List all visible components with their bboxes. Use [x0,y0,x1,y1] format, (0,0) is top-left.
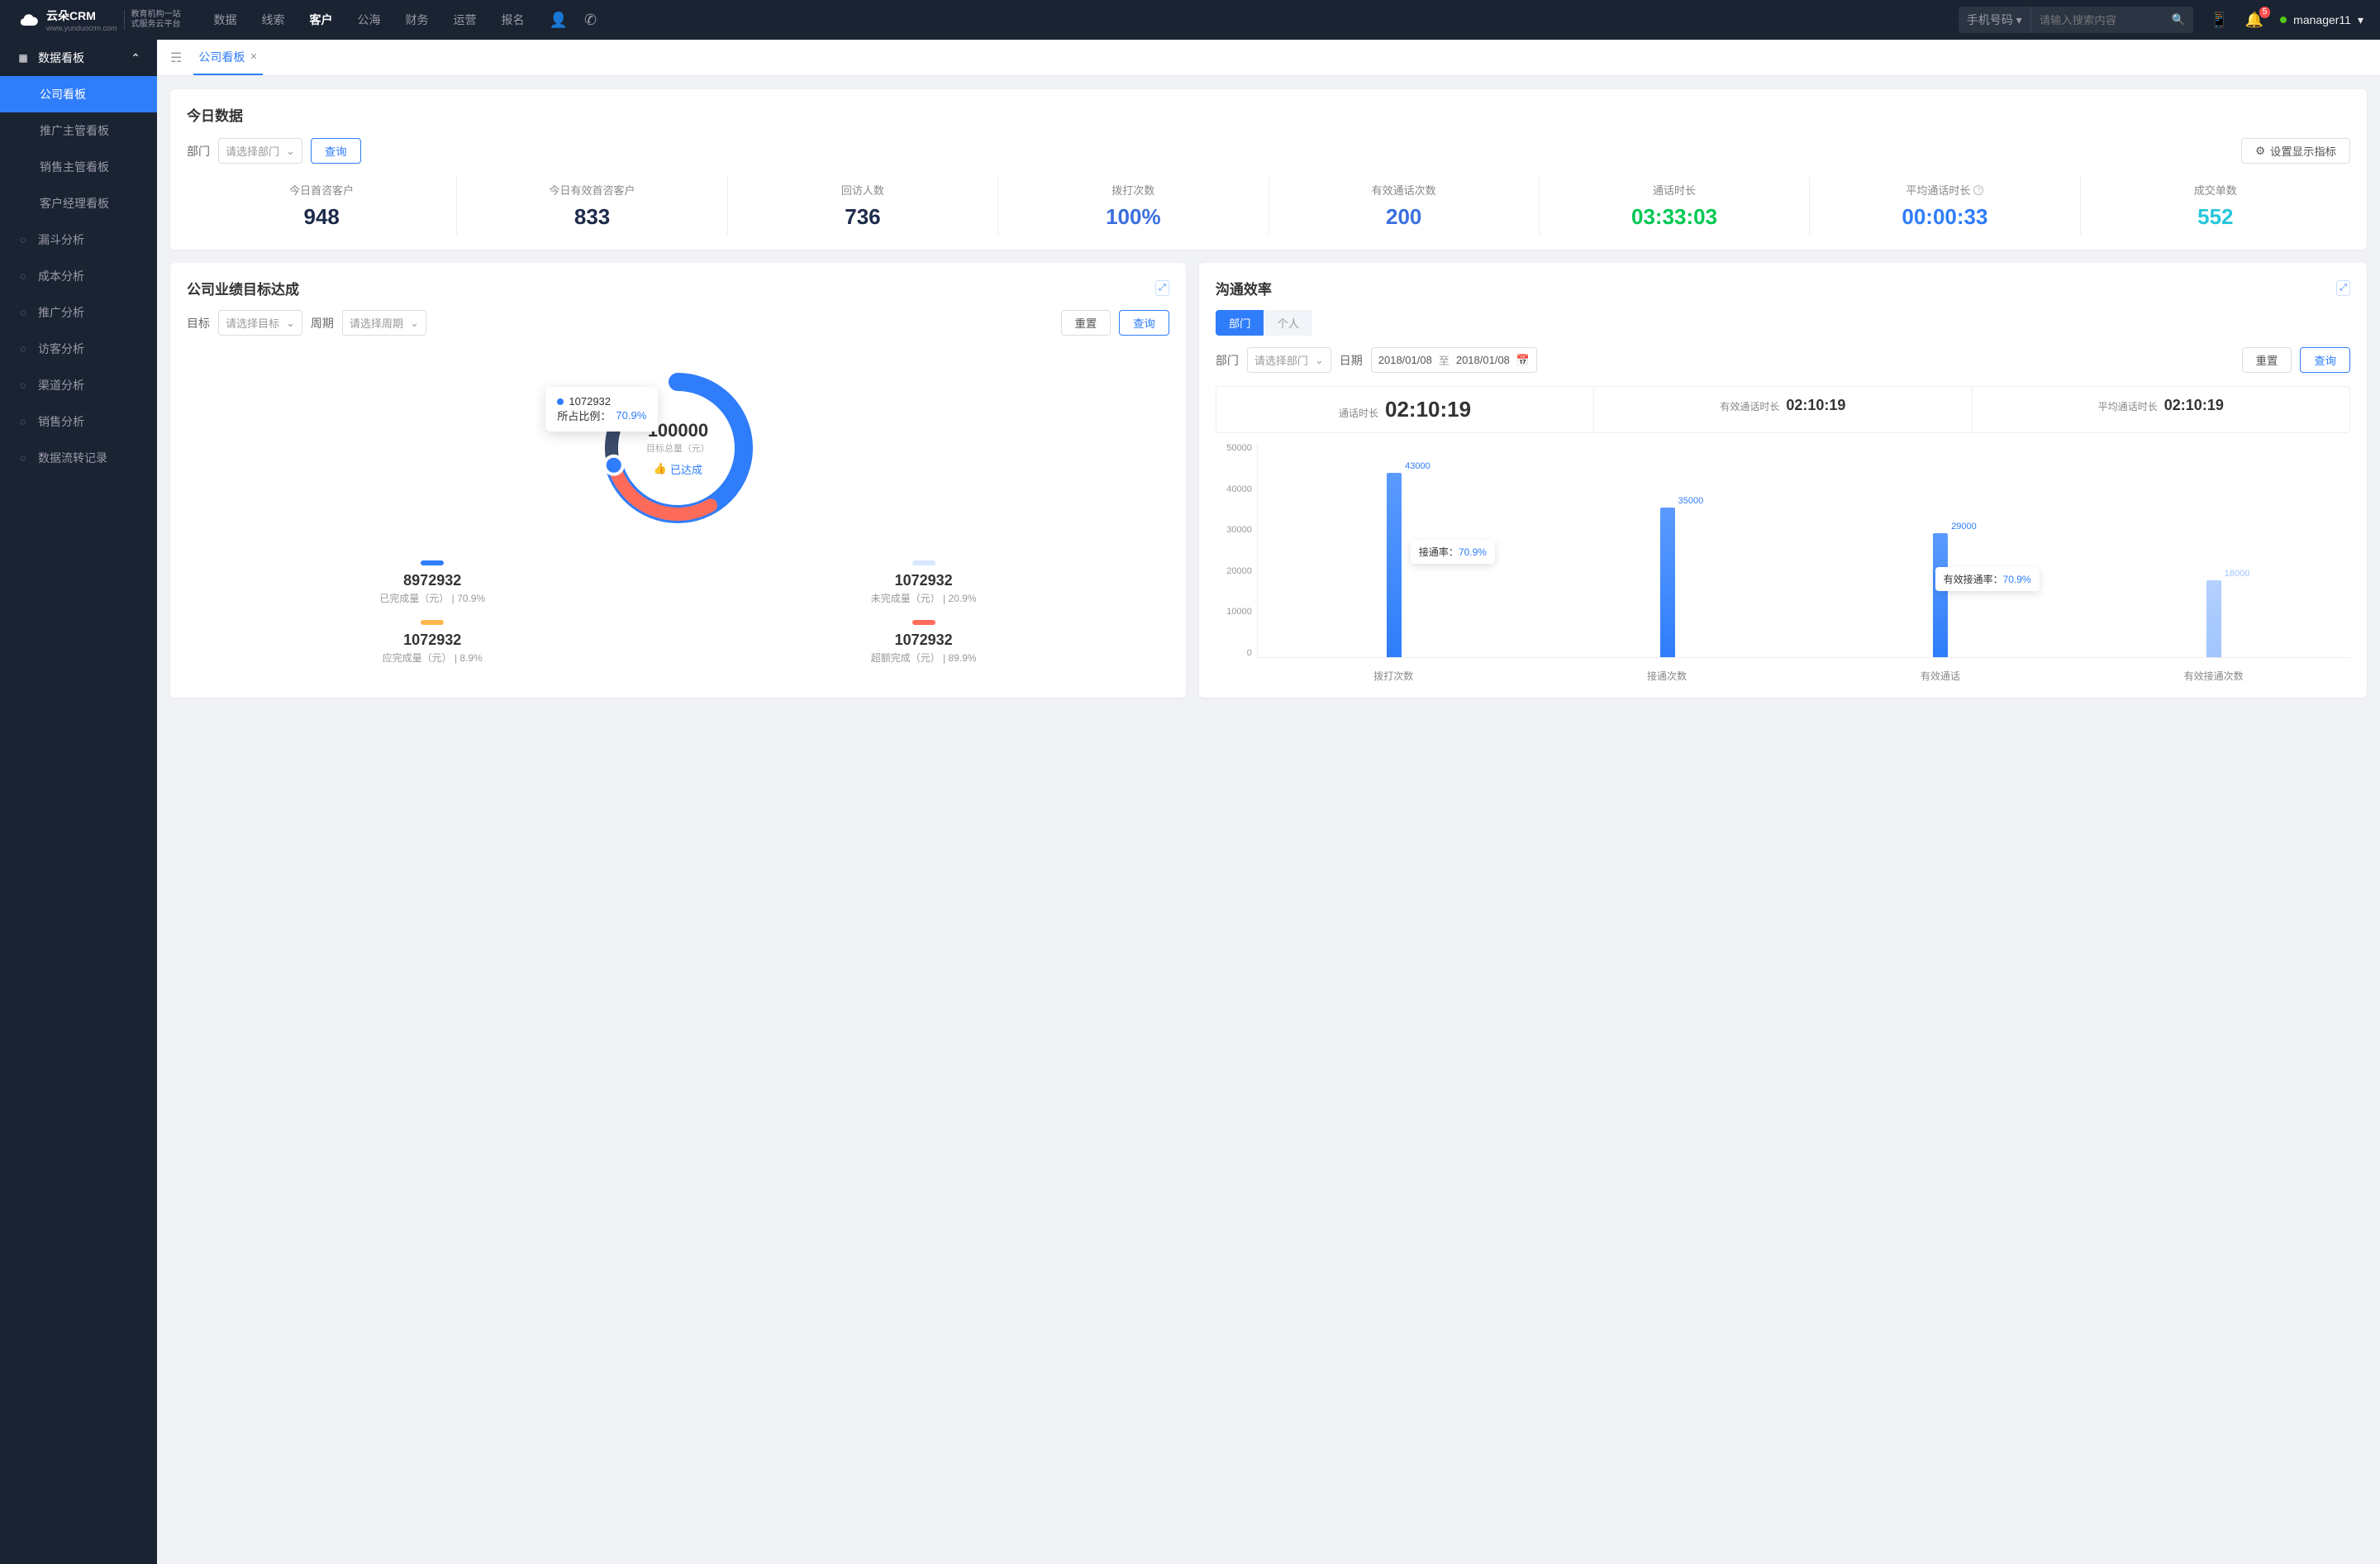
brand: 云朵CRM [46,7,117,24]
topnav-数据[interactable]: 数据 [214,12,237,28]
chevron-up-icon: ⌃ [131,51,140,65]
sidebar-sub[interactable]: 推广主管看板 [0,112,157,149]
today-card: 今日数据 部门 请选择部门⌄ 查询 ⚙设置显示指标 今日首咨客户948今日有效首… [170,89,2367,250]
bar-chart: 50000400003000020000100000 4300035000290… [1216,443,2350,683]
today-settings-button[interactable]: ⚙设置显示指标 [2241,138,2350,164]
donut-chart: 100000 目标总量（元） 👍已达成 1072932 所占比例：70.9% [578,349,777,547]
goal-target-select[interactable]: 请选择目标⌄ [218,310,302,336]
metric: 今日首咨客户948 [187,177,457,235]
goal-query-button[interactable]: 查询 [1119,310,1169,336]
donut-tooltip: 1072932 所占比例：70.9% [545,387,658,432]
dashboard-icon: ▦ [17,52,30,64]
goal-reset-button[interactable]: 重置 [1061,310,1111,336]
expand-icon[interactable]: ⤢ [2336,280,2350,296]
chevron-down-icon: ⌄ [286,145,295,158]
graph-icon: ◌ [17,379,30,391]
topnav-报名[interactable]: 报名 [502,12,525,28]
search: 手机号码 ▾ 🔍 [1959,7,2194,33]
stats-cell: 平均通话时长02:10:19 [1973,387,2349,432]
close-icon[interactable]: ✕ [250,51,257,62]
topnav-财务[interactable]: 财务 [406,12,429,28]
toggle-个人[interactable]: 个人 [1264,310,1312,336]
mobile-icon[interactable]: 📱 [2210,12,2228,29]
search-button[interactable]: 🔍 [2163,8,2194,31]
sidebar-sub[interactable]: 销售主管看板 [0,149,157,185]
sidebar-item[interactable]: ◌推广分析 [0,294,157,331]
sidebar-item[interactable]: ◌漏斗分析 [0,222,157,258]
tabs-menu-icon[interactable]: ☴ [170,50,182,66]
today-dept-select[interactable]: 请选择部门⌄ [218,138,302,164]
edit-icon: ◌ [17,307,30,318]
sidebar-item[interactable]: ◌访客分析 [0,331,157,367]
sidebar-sub[interactable]: 客户经理看板 [0,185,157,222]
topnav-线索[interactable]: 线索 [262,12,285,28]
legend-item: 1072932应完成量（元） | 8.9% [187,620,678,665]
comm-card: 沟通效率 ⤢ 部门个人 部门 请选择部门⌄ 日期 2018/01/08至2018… [1199,263,2367,698]
info-icon: ? [1973,185,1983,195]
sidebar-sub[interactable]: 公司看板 [0,76,157,112]
comm-dept-select[interactable]: 请选择部门⌄ [1247,347,1331,373]
legend-item: 1072932未完成量（元） | 20.9% [678,560,1169,605]
comm-reset-button[interactable]: 重置 [2242,347,2292,373]
add-user-icon[interactable]: 👤 [550,12,568,29]
metric: 回访人数736 [728,177,998,235]
bell-icon[interactable]: 🔔5 [2245,12,2263,29]
clock-icon: ◌ [17,270,30,282]
filter-icon: ◌ [17,234,30,246]
sidebar-item[interactable]: ◌渠道分析 [0,367,157,403]
stats-cell: 通话时长02:10:19 [1216,387,1594,432]
search-input[interactable] [2031,9,2163,31]
user-menu[interactable]: manager11 ▾ [2280,13,2363,27]
goal-card: 公司业绩目标达成 ⤢ 目标 请选择目标⌄ 周期 请选择周期⌄ 重置 查询 [170,263,1186,698]
toggle-部门[interactable]: 部门 [1216,310,1264,336]
status-dot [2280,17,2287,23]
sidebar-group-dashboard[interactable]: ▦数据看板 ⌃ [0,40,157,76]
comm-query-button[interactable]: 查询 [2300,347,2350,373]
today-title: 今日数据 [187,104,2350,125]
chevron-down-icon: ▾ [2358,13,2363,27]
phone-icon[interactable]: ✆ [584,12,597,29]
target-icon: ◌ [17,416,30,427]
topnav-客户[interactable]: 客户 [310,12,333,28]
sidebar-item[interactable]: ◌成本分析 [0,258,157,294]
legend-item: 1072932超额完成（元） | 89.9% [678,620,1169,665]
topnav-公海[interactable]: 公海 [358,12,381,28]
today-query-button[interactable]: 查询 [311,138,361,164]
metric: 今日有效首咨客户833 [457,177,727,235]
topnav-运营[interactable]: 运营 [454,12,477,28]
gear-icon: ⚙ [2255,145,2265,158]
metric: 拨打次数100% [998,177,1269,235]
headset-icon: ◌ [17,343,30,355]
tab-company-dashboard[interactable]: 公司看板 ✕ [193,41,262,75]
brand-sub: www.yunduocrm.com [46,24,117,32]
goal-cycle-select[interactable]: 请选择周期⌄ [342,310,426,336]
legend-item: 8972932已完成量（元） | 70.9% [187,560,678,605]
calendar-icon: 📅 [1516,354,1530,367]
metric: 有效通话次数200 [1269,177,1540,235]
search-type-select[interactable]: 手机号码 ▾ [1959,7,2031,33]
logo: 云朵CRM www.yunduocrm.com 教育机构一站 式服务云平台 [17,7,181,32]
sidebar-item[interactable]: ◌数据流转记录 [0,440,157,476]
thumb-icon: 👍 [654,462,667,475]
stats-cell: 有效通话时长02:10:19 [1594,387,1972,432]
comm-toggle: 部门个人 [1216,310,2350,336]
comm-date-range[interactable]: 2018/01/08至2018/01/08📅 [1371,347,1537,373]
sidebar-item[interactable]: ◌销售分析 [0,403,157,440]
expand-icon[interactable]: ⤢ [1155,280,1169,296]
metric: 平均通话时长?00:00:33 [1810,177,2080,235]
list-icon: ◌ [17,452,30,464]
metric: 成交单数552 [2081,177,2350,235]
metric: 通话时长03:33:03 [1540,177,1810,235]
